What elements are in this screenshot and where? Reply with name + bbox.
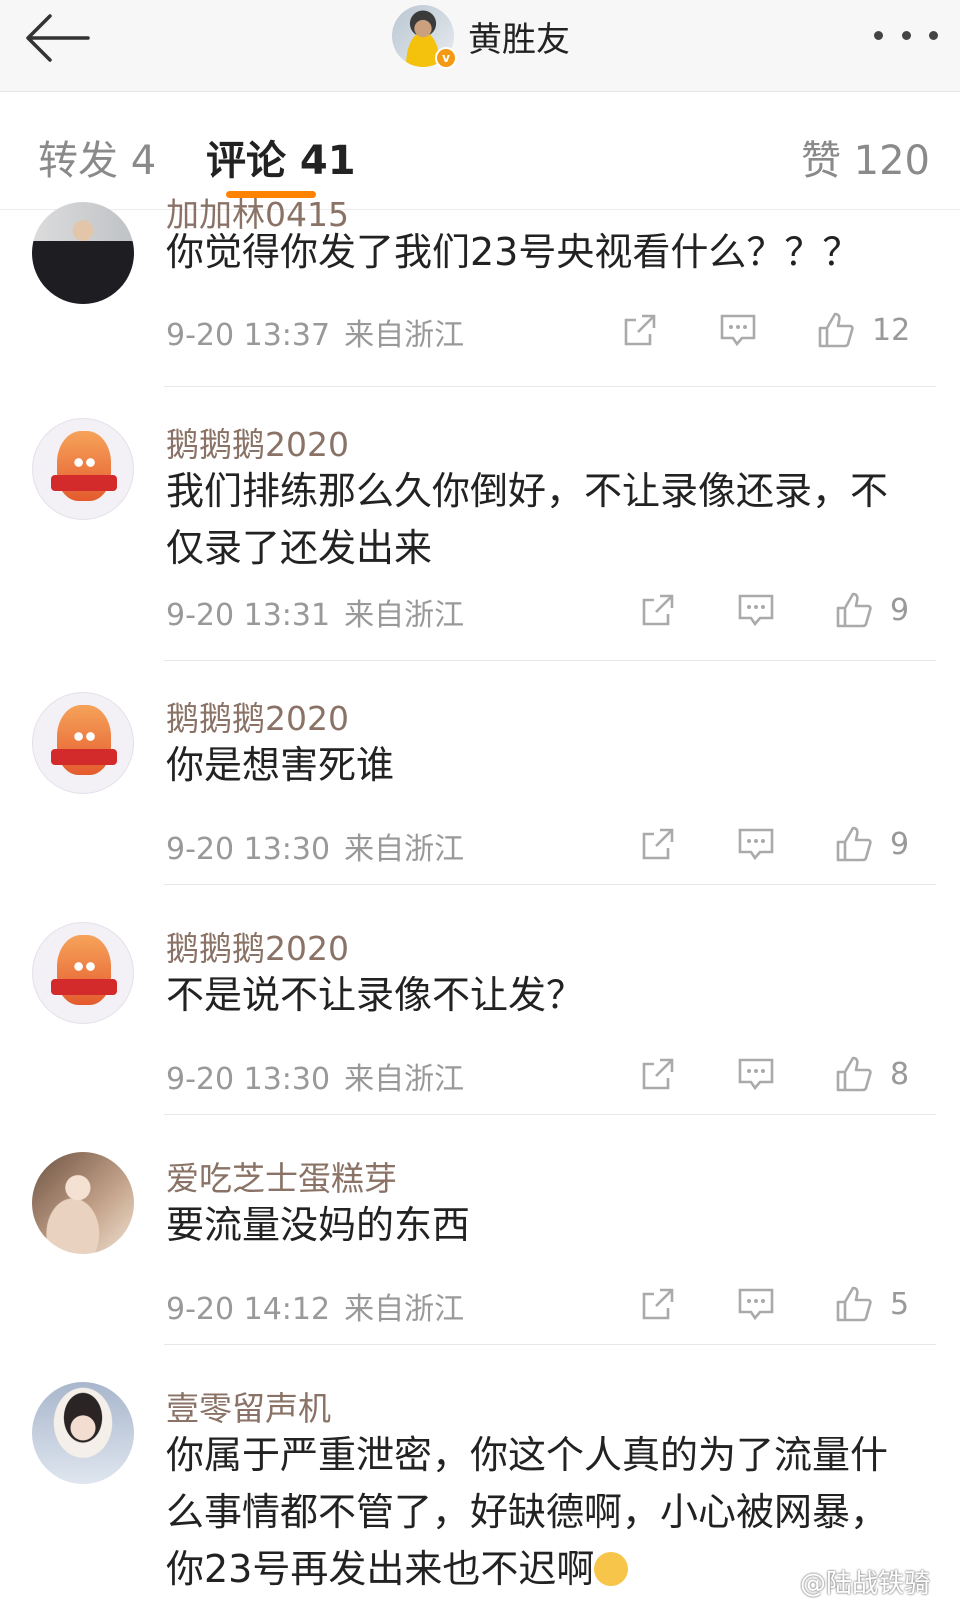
comment-time: 9-20 13:30	[166, 832, 331, 867]
comment-username[interactable]: 鹅鹅鹅2020	[166, 692, 349, 740]
like-count: 12	[872, 312, 911, 348]
comment-icon[interactable]	[736, 1284, 776, 1324]
comment-time: 9-20 14:12	[166, 1292, 331, 1327]
comment-location: 来自浙江	[344, 598, 465, 633]
comment-time: 9-20 13:37	[166, 318, 331, 353]
share-icon[interactable]	[638, 1284, 678, 1324]
tab-like[interactable]: 赞 120	[801, 128, 930, 186]
comment-meta: 9-20 13:30 来自浙江	[166, 824, 464, 868]
comment-location: 来自浙江	[344, 1292, 465, 1327]
like-button[interactable]: 12	[816, 310, 910, 350]
comment-actions: 9	[638, 822, 909, 866]
more-dots-icon	[874, 30, 883, 40]
back-button[interactable]	[22, 8, 94, 68]
comment-meta: 9-20 13:30 来自浙江	[166, 1054, 464, 1098]
arrow-left-icon	[26, 14, 90, 62]
crying-emoji-icon	[594, 1552, 629, 1586]
thumbs-up-icon	[836, 592, 872, 628]
thumbs-up-icon	[836, 1056, 872, 1092]
avatar[interactable]	[32, 1382, 134, 1484]
verified-badge-icon: v	[435, 47, 457, 69]
divider	[164, 660, 936, 661]
comment-location: 来自浙江	[344, 1062, 465, 1097]
like-count: 8	[890, 1056, 910, 1092]
divider	[164, 1344, 936, 1345]
like-button[interactable]: 5	[834, 1284, 909, 1324]
comment-username[interactable]: 鹅鹅鹅2020	[166, 922, 349, 970]
like-count: 9	[890, 592, 910, 628]
top-bar: v 黄胜友	[0, 0, 960, 92]
more-dots-icon	[901, 30, 911, 40]
thumbs-up-icon	[836, 1286, 872, 1322]
comment-actions: 12	[620, 308, 910, 352]
post-author[interactable]: v 黄胜友	[392, 4, 570, 69]
comment-meta: 9-20 13:31 来自浙江	[166, 590, 464, 634]
avatar[interactable]	[32, 922, 134, 1024]
comment-username[interactable]: 壹零留声机	[166, 1382, 331, 1430]
comment-text: 要流量没妈的东西	[166, 1203, 471, 1247]
like-count: 9	[890, 826, 910, 862]
divider	[164, 1114, 936, 1115]
share-icon[interactable]	[638, 824, 678, 864]
comment-text: 我们排练那么久你倒好，不让录像还录，不仅录了还发出来	[166, 469, 889, 570]
avatar[interactable]	[32, 692, 134, 794]
comment-text: 不是说不让录像不让发？	[166, 973, 585, 1017]
comment-actions: 8	[638, 1052, 909, 1096]
tab-bar: 转发 4 评论 41 赞 120	[0, 92, 960, 210]
comment-icon[interactable]	[736, 590, 776, 630]
comment-location: 来自浙江	[344, 832, 465, 867]
thumbs-up-icon	[836, 826, 872, 862]
tab-repost[interactable]: 转发 4	[38, 128, 156, 186]
author-name: 黄胜友	[468, 19, 570, 60]
more-dots-icon	[929, 30, 938, 40]
thumbs-up-icon	[818, 312, 854, 348]
comment-meta: 9-20 13:37 来自浙江	[166, 310, 464, 354]
comment-icon[interactable]	[718, 310, 758, 350]
like-button[interactable]: 8	[834, 1054, 909, 1094]
comment-meta: 9-20 14:12 来自浙江	[166, 1284, 464, 1328]
tab-comment[interactable]: 评论 41	[206, 128, 356, 186]
comment-username[interactable]: 鹅鹅鹅2020	[166, 418, 349, 466]
comment-icon[interactable]	[736, 1054, 776, 1094]
comment-text: 你是想害死谁	[166, 743, 395, 787]
avatar[interactable]	[32, 202, 134, 304]
comment-username[interactable]: 爱吃芝士蛋糕芽	[166, 1152, 397, 1200]
comment-location: 来自浙江	[344, 318, 465, 353]
avatar[interactable]	[32, 1152, 134, 1254]
more-button[interactable]	[874, 20, 938, 50]
comment-actions: 5	[638, 1282, 909, 1326]
divider	[164, 386, 936, 387]
comment-icon[interactable]	[736, 824, 776, 864]
comment-time: 9-20 13:30	[166, 1062, 331, 1097]
like-button[interactable]: 9	[834, 590, 909, 630]
comment-time: 9-20 13:31	[166, 598, 331, 633]
comment-text-content: 你属于严重泄密，你这个人真的为了流量什么事情都不管了，好缺德啊，小心被网暴，你2…	[166, 1433, 889, 1591]
divider	[164, 884, 936, 885]
share-icon[interactable]	[620, 310, 660, 350]
comment-actions: 9	[638, 588, 909, 632]
avatar[interactable]	[32, 418, 134, 520]
avatar[interactable]: v	[392, 5, 457, 69]
share-icon[interactable]	[638, 1054, 678, 1094]
like-count: 5	[890, 1286, 910, 1322]
comment-text: 你觉得你发了我们23号央视看什么？？？	[166, 230, 861, 274]
share-icon[interactable]	[638, 590, 678, 630]
watermark: @陆战铁骑	[799, 1569, 930, 1599]
like-button[interactable]: 9	[834, 824, 909, 864]
